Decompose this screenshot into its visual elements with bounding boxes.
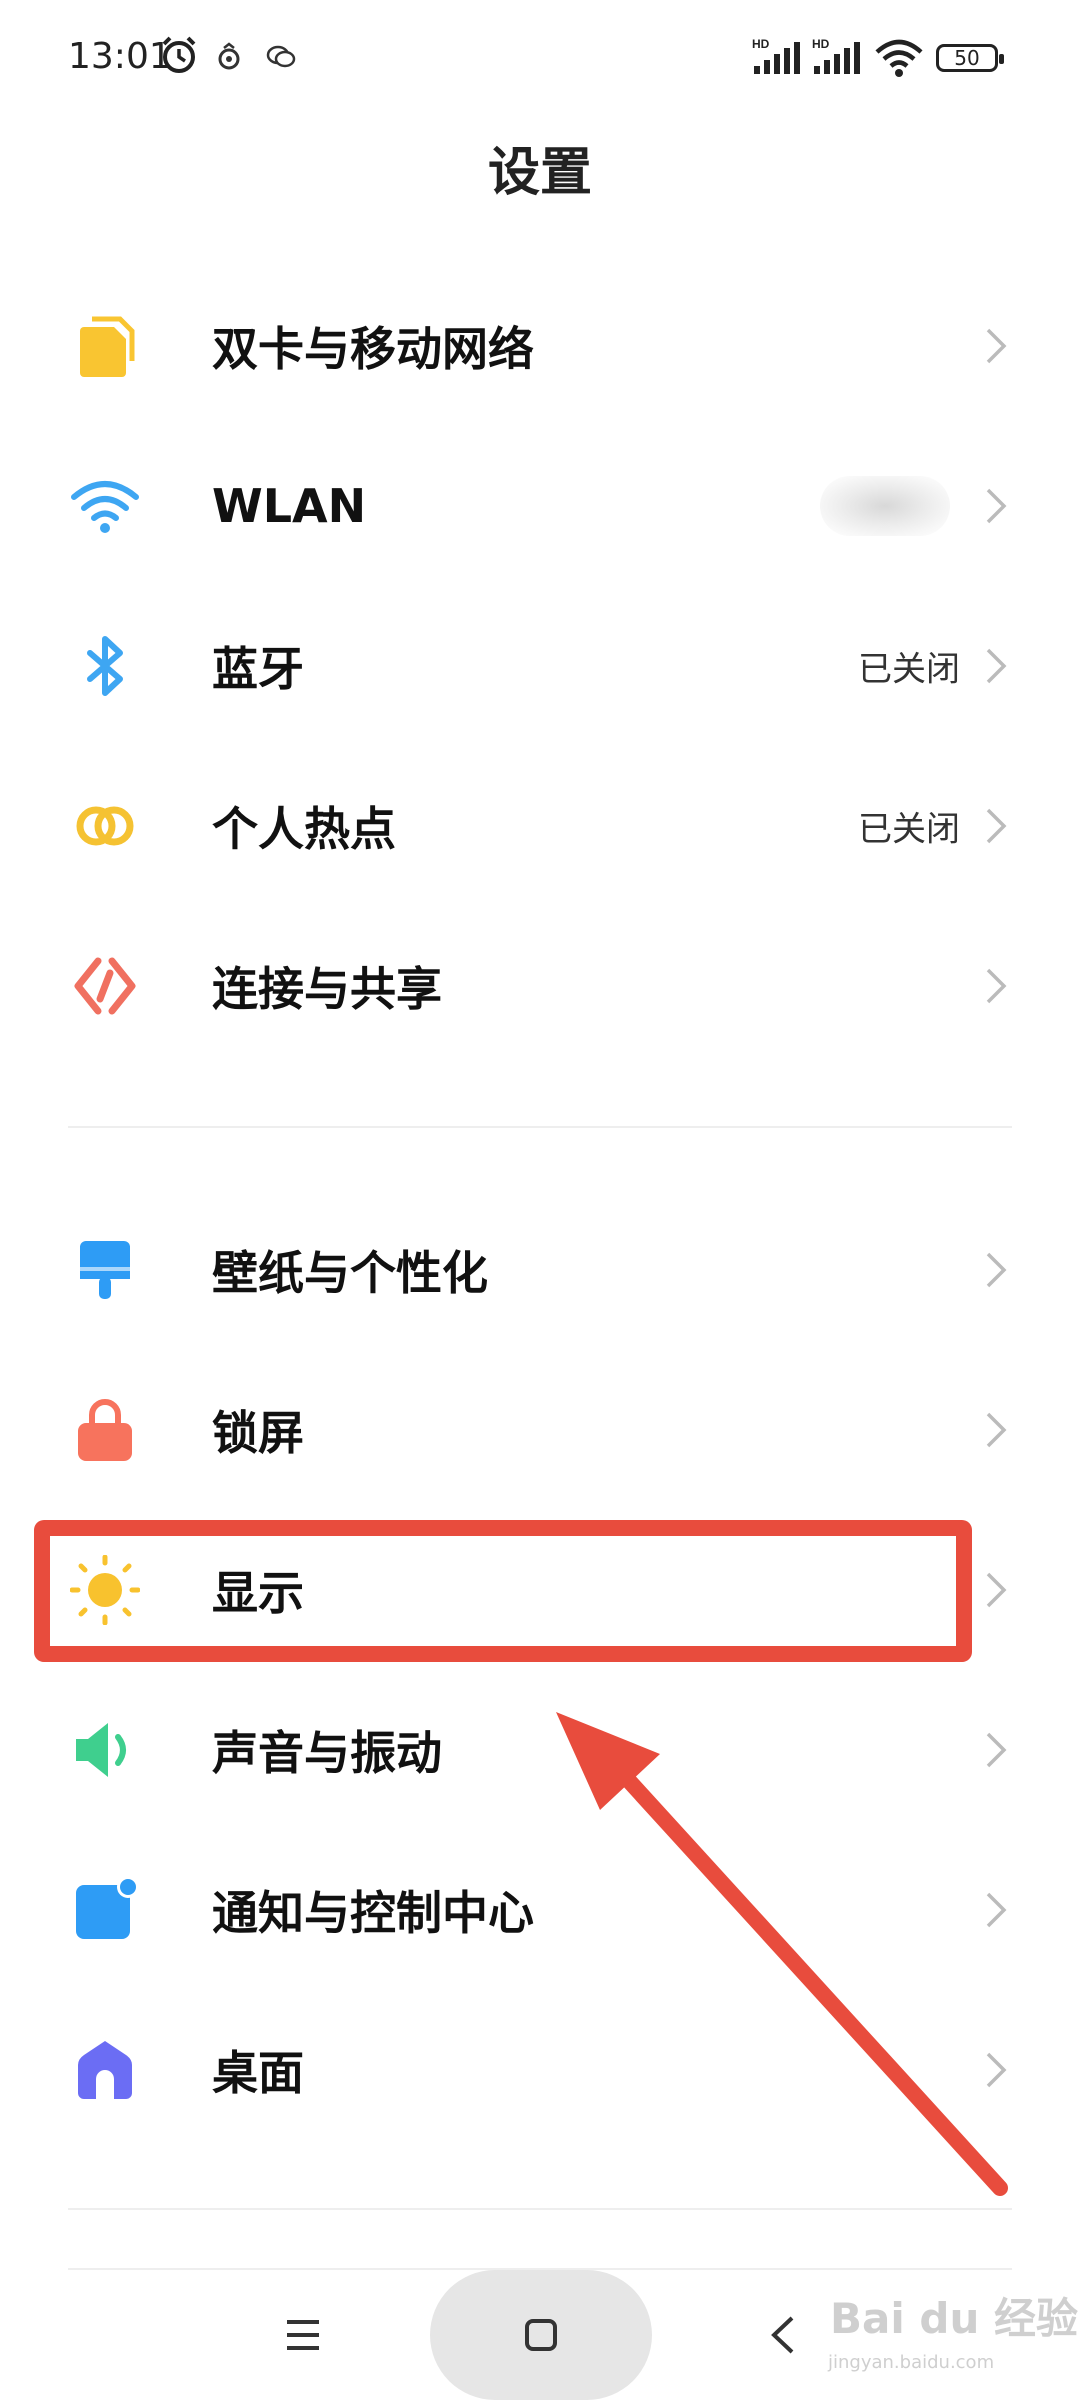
hotspot-status: 已关闭 <box>858 809 960 850</box>
settings-item-home-screen[interactable]: 桌面 <box>0 1990 1080 2150</box>
chevron-right-icon <box>986 1252 1007 1288</box>
speaker-icon <box>76 1723 126 1777</box>
settings-item-lock-screen[interactable]: 锁屏 <box>0 1350 1080 1510</box>
settings-item-hotspot[interactable]: 个人热点 已关闭 <box>0 746 1080 906</box>
chevron-right-icon <box>986 648 1007 684</box>
chevron-right-icon <box>986 1572 1007 1608</box>
wallpaper-brush-icon <box>80 1241 130 1299</box>
connection-share-icon <box>74 957 136 1015</box>
settings-item-bluetooth[interactable]: 蓝牙 已关闭 <box>0 586 1080 746</box>
settings-item-sound[interactable]: 声音与振动 <box>0 1670 1080 1830</box>
notification-icon <box>218 42 240 70</box>
hd-signal-icon: HD <box>752 37 800 74</box>
notification-center-icon <box>76 1876 139 1939</box>
settings-item-label: 蓝牙 <box>212 642 304 696</box>
chevron-right-icon <box>986 1732 1007 1768</box>
bluetooth-icon <box>87 636 123 696</box>
hd-signal-icon: HD <box>812 37 860 74</box>
settings-item-connection-sharing[interactable]: 连接与共享 <box>0 906 1080 1066</box>
home-icon <box>78 2041 132 2099</box>
chevron-right-icon <box>986 488 1007 524</box>
home-button[interactable] <box>430 2270 652 2400</box>
settings-item-label: 双卡与移动网络 <box>212 322 534 376</box>
back-icon[interactable] <box>768 2314 798 2356</box>
settings-item-label: 壁纸与个性化 <box>212 1246 488 1300</box>
sim-card-icon <box>80 316 135 377</box>
svg-text:HD: HD <box>752 37 770 51</box>
svg-text:HD: HD <box>812 37 830 51</box>
status-bar: 13:01 HD HD 50 <box>0 0 1080 120</box>
status-time: 13:01 <box>68 36 172 77</box>
settings-item-label: 连接与共享 <box>212 962 442 1016</box>
home-square-icon <box>525 2319 557 2351</box>
settings-item-label: 个人热点 <box>212 802 396 856</box>
settings-item-label: 桌面 <box>212 2046 304 2100</box>
alarm-icon <box>162 36 196 73</box>
page-title: 设置 <box>487 143 592 203</box>
chevron-right-icon <box>986 1892 1007 1928</box>
settings-item-wallpaper[interactable]: 壁纸与个性化 <box>0 1190 1080 1350</box>
settings-item-label: 通知与控制中心 <box>212 1886 534 1940</box>
settings-item-wlan[interactable]: WLAN <box>0 426 1080 586</box>
wlan-network-name-blurred <box>820 476 950 536</box>
watermark: Bai du 经验 <box>830 2294 1078 2343</box>
settings-item-notifications[interactable]: 通知与控制中心 <box>0 1830 1080 1990</box>
wifi-icon <box>875 39 923 77</box>
settings-item-label: 锁屏 <box>212 1406 304 1460</box>
lock-icon <box>78 1399 132 1461</box>
chevron-right-icon <box>986 968 1007 1004</box>
chevron-right-icon <box>986 1412 1007 1448</box>
battery-icon: 50 <box>936 44 1004 72</box>
settings-item-label: WLAN <box>212 479 367 533</box>
settings-item-dual-sim[interactable]: 双卡与移动网络 <box>0 266 1080 426</box>
bluetooth-status: 已关闭 <box>858 649 960 690</box>
wifi-icon <box>71 481 139 533</box>
section-divider <box>68 1126 1012 1128</box>
hotspot-icon <box>76 806 134 846</box>
wechat-icon <box>266 45 296 68</box>
highlight-box <box>34 1520 972 1662</box>
section-divider <box>68 2208 1012 2210</box>
settings-item-label: 声音与振动 <box>212 1726 442 1780</box>
watermark-url: jingyan.baidu.com <box>828 2352 995 2373</box>
chevron-right-icon <box>986 808 1007 844</box>
menu-icon[interactable] <box>285 2318 321 2352</box>
chevron-right-icon <box>986 328 1007 364</box>
chevron-right-icon <box>986 2052 1007 2088</box>
